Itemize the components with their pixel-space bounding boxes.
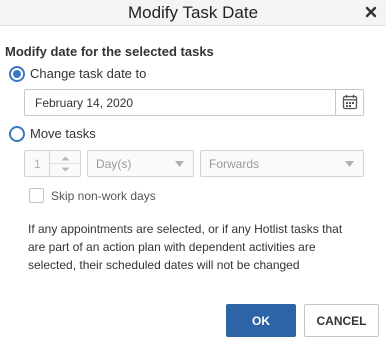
skip-non-work-days-label: Skip non-work days xyxy=(51,189,156,203)
ok-button[interactable]: OK xyxy=(226,304,296,337)
skip-non-work-days-checkbox[interactable] xyxy=(29,188,44,203)
cancel-button[interactable]: CANCEL xyxy=(304,304,379,337)
move-amount-stepper[interactable]: 1 xyxy=(24,150,81,177)
calendar-icon[interactable] xyxy=(336,90,364,115)
move-direction-value: Forwards xyxy=(209,157,260,171)
move-unit-value: Day(s) xyxy=(96,157,132,171)
date-value[interactable]: February 14, 2020 xyxy=(35,96,133,110)
dialog-titlebar: Modify Task Date xyxy=(0,0,386,26)
date-field[interactable]: February 14, 2020 xyxy=(24,89,364,116)
info-note: If any appointments are selected, or if … xyxy=(28,222,343,272)
change-date-radio[interactable] xyxy=(9,66,25,82)
move-unit-select[interactable]: Day(s) xyxy=(87,150,194,177)
move-amount-value: 1 xyxy=(34,157,41,171)
chevron-down-icon[interactable] xyxy=(50,164,81,176)
close-icon[interactable] xyxy=(364,5,378,19)
chevron-down-icon xyxy=(345,161,354,167)
chevron-down-icon xyxy=(175,161,184,167)
dialog-title: Modify Task Date xyxy=(127,3,259,22)
change-date-label: Change task date to xyxy=(30,66,147,81)
move-direction-select[interactable]: Forwards xyxy=(200,150,364,177)
move-tasks-label: Move tasks xyxy=(30,126,96,141)
section-title: Modify date for the selected tasks xyxy=(5,44,214,59)
move-tasks-radio[interactable] xyxy=(9,126,25,142)
